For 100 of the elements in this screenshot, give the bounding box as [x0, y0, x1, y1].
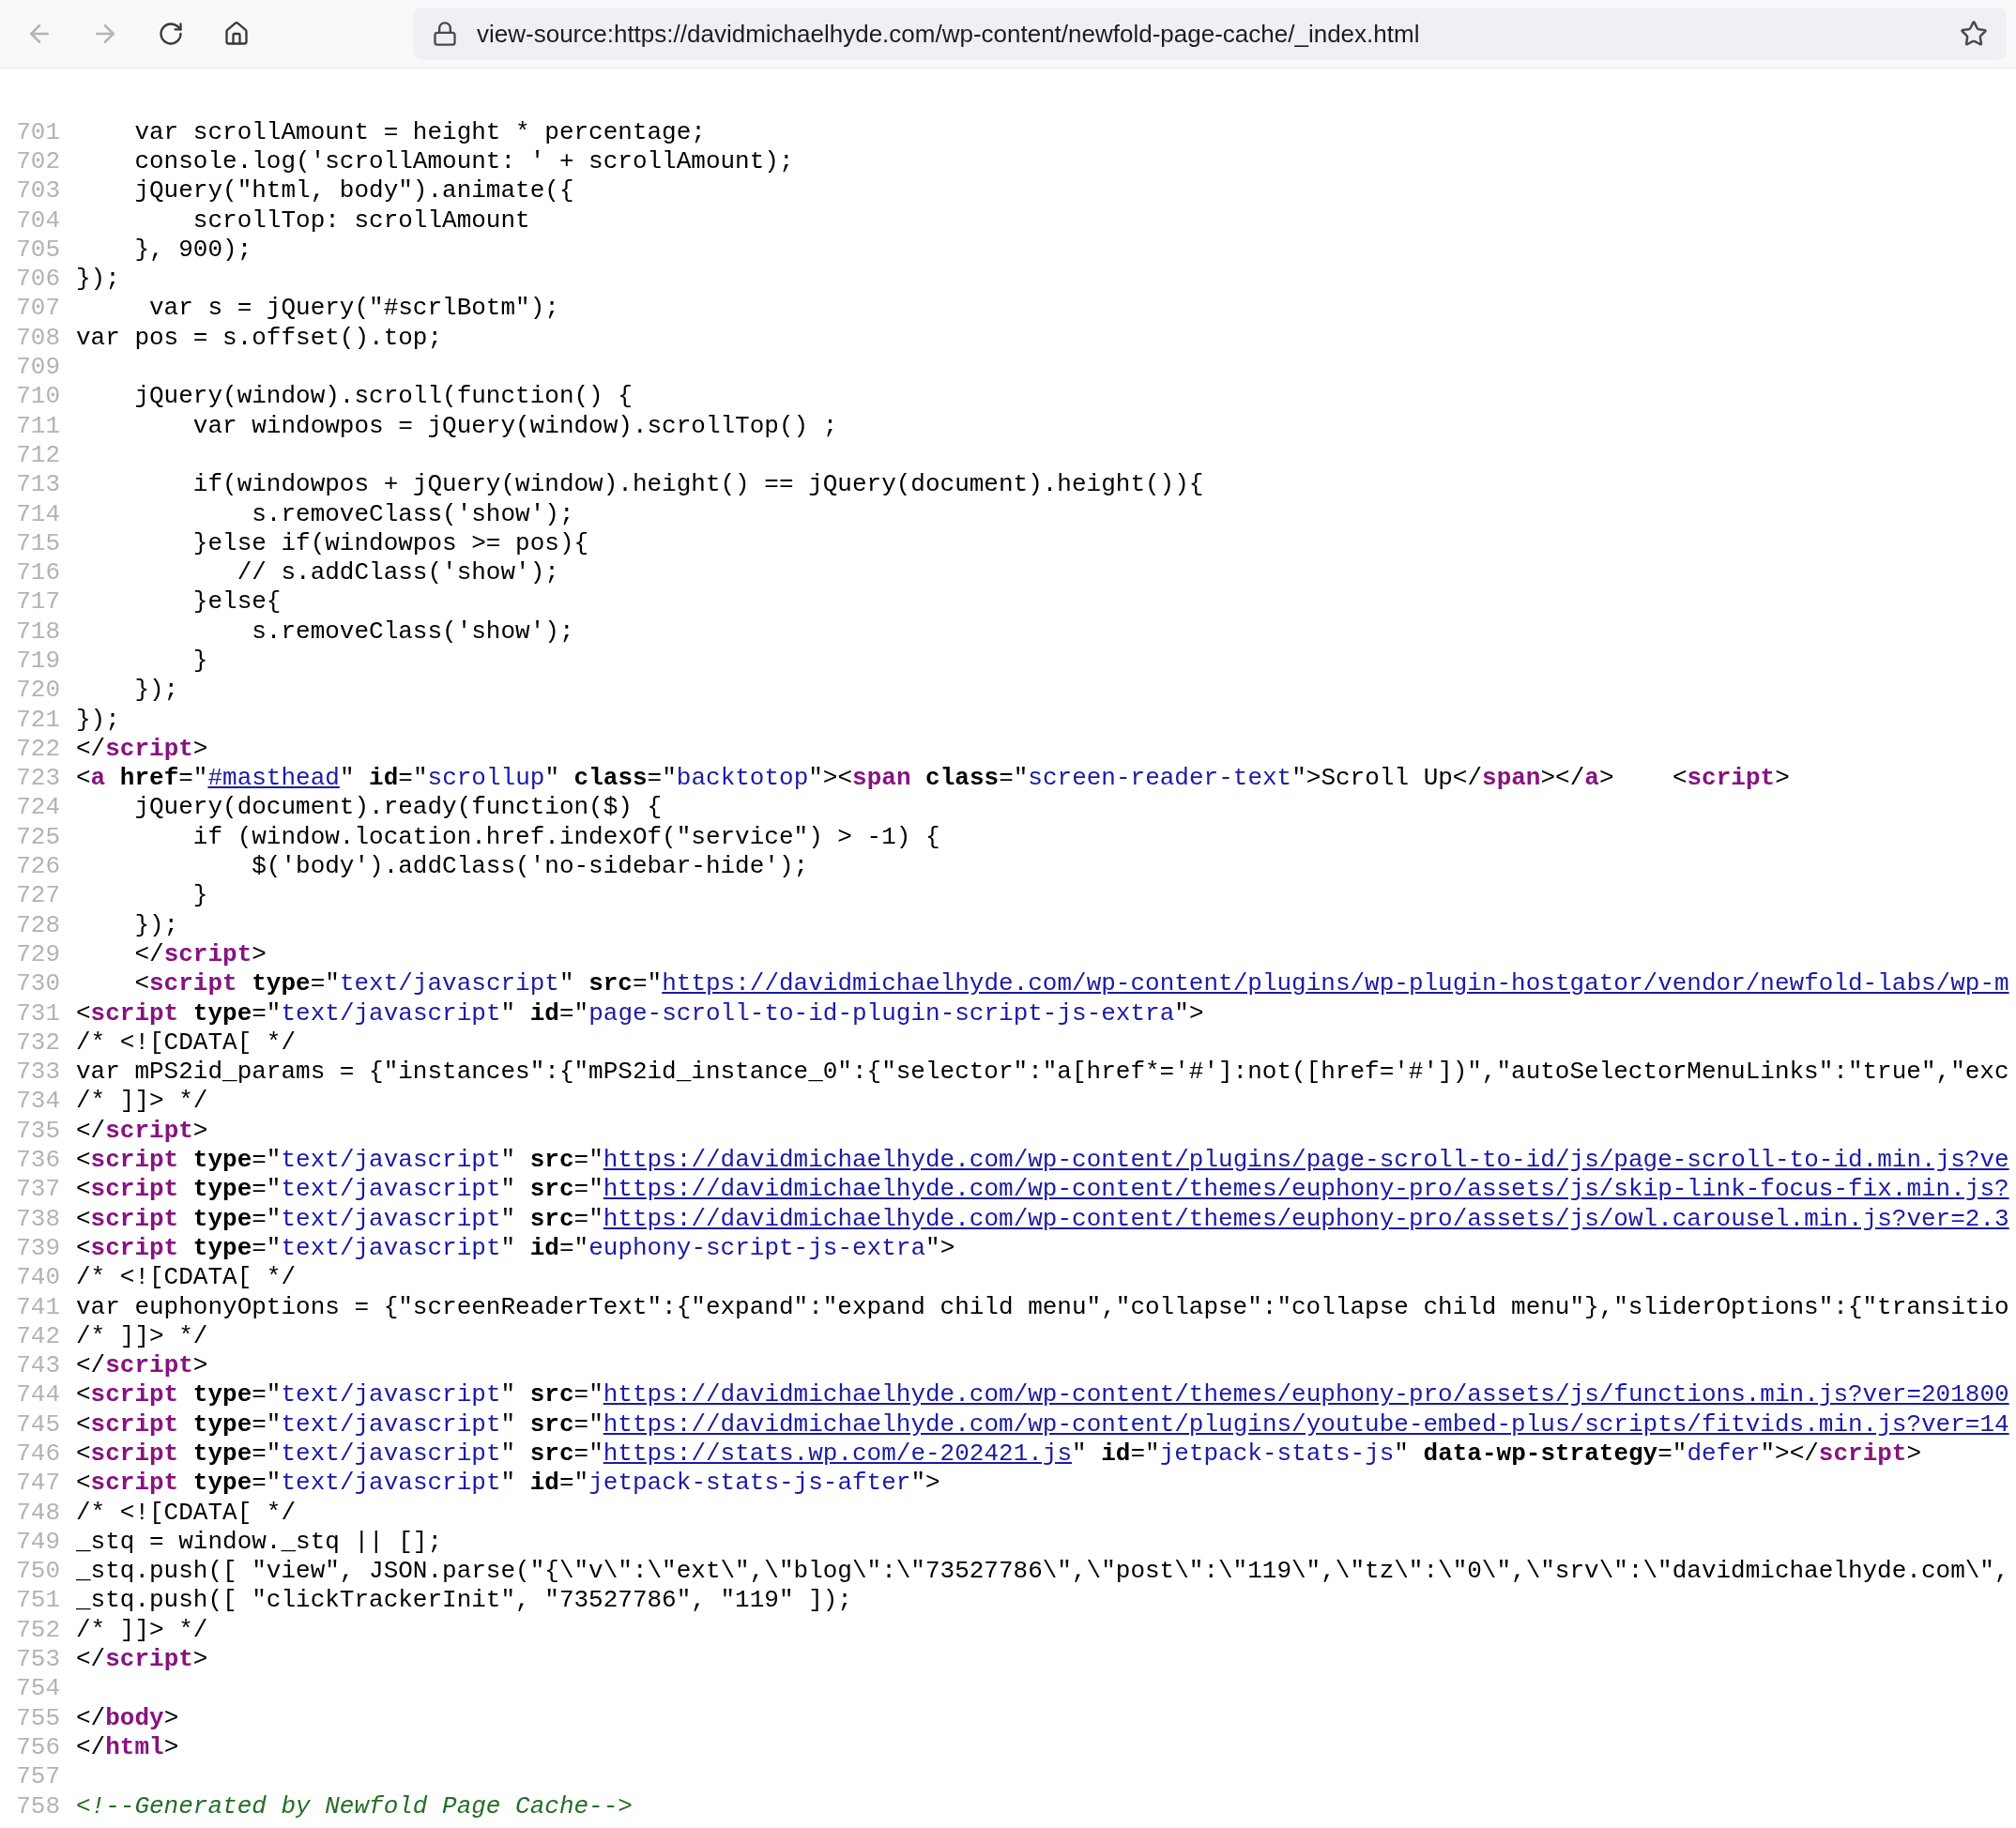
line-number: 712 [15, 440, 60, 469]
line-number: 732 [15, 1028, 60, 1057]
code-line: <script type="text/javascript" src="https://davidmichaelhyde.com/wp-content/themes/euphony-pro/assets/js/functions.min.js?ver=201800 [76, 1380, 2009, 1409]
code-line: } [191, 881, 208, 910]
line-number: 726 [15, 852, 60, 881]
source-link[interactable]: https://davidmichaelhyde.com/wp-content/themes/euphony-pro/assets/js/functions.min.js?ver=201800 [603, 1380, 2009, 1409]
line-number: 725 [15, 822, 60, 851]
line-number: 753 [15, 1645, 60, 1674]
line-number: 734 [15, 1087, 60, 1116]
line-number: 701 [15, 117, 60, 146]
code-line: }); [133, 676, 179, 705]
code-line: <script type="text/javascript" src="https://davidmichaelhyde.com/wp-content/plugins/wp-plugin-hostgator/vendor/newfold-labs/wp-m [133, 969, 2009, 998]
code-line: <a href="#masthead" id="scrollup" class="backtotop"><span class="screen-reader-text">Scroll Up</span></a> <script> [76, 764, 1790, 793]
code-line: /* ]]> */ [76, 1615, 208, 1644]
code-line: <script type="text/javascript" src="https://davidmichaelhyde.com/wp-content/plugins/page-scroll-to-id/js/page-scroll-to-id.min.js?ve [76, 1146, 2009, 1175]
source-link[interactable]: https://davidmichaelhyde.com/wp-content/plugins/wp-plugin-hostgator/vendor/newfold-labs/wp-m [662, 969, 2009, 998]
source-link[interactable]: https://davidmichaelhyde.com/wp-content/plugins/youtube-embed-plus/scripts/fitvids.min.js?ver=14 [603, 1409, 2009, 1439]
code-line: </script> [76, 1645, 208, 1674]
line-number: 736 [15, 1146, 60, 1175]
line-number: 710 [15, 382, 60, 411]
line-number: 718 [15, 617, 60, 646]
line-number: 729 [15, 939, 60, 968]
line-number: 711 [15, 411, 60, 440]
lock-icon [432, 21, 458, 47]
line-number: 754 [15, 1674, 60, 1703]
code-line: }); [76, 705, 120, 734]
code-line: s.removeClass('show'); [251, 617, 574, 646]
line-number: 737 [15, 1175, 60, 1204]
line-number: 739 [15, 1233, 60, 1262]
source-link[interactable]: #masthead [207, 764, 340, 793]
line-number: 713 [15, 470, 60, 499]
code-line: if (window.location.href.indexOf("service") > -1) { [191, 822, 940, 851]
line-number: 716 [15, 558, 60, 587]
address-bar[interactable]: view-source:https://davidmichaelhyde.com/wp-content/newfold-page-cache/_index.html [413, 8, 2007, 60]
code-line: }, 900); [133, 235, 252, 264]
line-number: 714 [15, 499, 60, 528]
line-number: 724 [15, 793, 60, 822]
line-number: 703 [15, 176, 60, 206]
code-line: _stq.push([ "view", JSON.parse("{\"v\":\"ext\",\"blog\":\"73527786\",\"post\":\"119\",\"tz\":\"0\",\"srv\":\"davidmichaelhyde.com\", [76, 1557, 2009, 1586]
code-line: _stq = window._stq || []; [76, 1527, 443, 1556]
line-number: 744 [15, 1380, 60, 1409]
line-number: 756 [15, 1732, 60, 1761]
line-number: 758 [15, 1791, 60, 1820]
line-number: 721 [15, 705, 60, 734]
code-line: /* <![CDATA[ */ [76, 1028, 297, 1057]
line-number: 715 [15, 528, 60, 557]
code-line: }else{ [191, 587, 282, 617]
line-number: 748 [15, 1498, 60, 1527]
line-number: 731 [15, 998, 60, 1028]
line-number: 705 [15, 235, 60, 264]
line-number: 751 [15, 1586, 60, 1615]
line-number: 740 [15, 1263, 60, 1292]
code-line: <script type="text/javascript" id="euphony-script-js-extra"> [76, 1233, 955, 1262]
line-number: 730 [15, 969, 60, 998]
reload-icon [158, 21, 184, 47]
line-number: 709 [15, 353, 60, 381]
code-line: </script> [76, 734, 208, 763]
code-line: <script type="text/javascript" id="jetpack-stats-js-after"> [76, 1469, 940, 1498]
line-number: 723 [15, 764, 60, 793]
code-line: var pos = s.offset().top; [76, 323, 443, 352]
line-number: 749 [15, 1527, 60, 1556]
line-number: 707 [15, 294, 60, 323]
line-number: 719 [15, 647, 60, 675]
line-number: 717 [15, 587, 60, 617]
code-line: console.log('scrollAmount: ' + scrollAmount); [133, 146, 794, 175]
code-comment: <!--Generated by Newfold Page Cache--> [76, 1791, 633, 1820]
line-number: 720 [15, 676, 60, 705]
line-number: 702 [15, 146, 60, 175]
code-line: </script> [133, 939, 267, 968]
source-link[interactable]: https://davidmichaelhyde.com/wp-content/plugins/page-scroll-to-id/js/page-scroll-to-id.min.js?ve [603, 1146, 2009, 1175]
code-line: $('body').addClass('no-sidebar-hide'); [251, 852, 809, 881]
code-line: /* ]]> */ [76, 1087, 208, 1116]
code-line: // s.addClass('show'); [236, 558, 559, 587]
source-link[interactable]: https://davidmichaelhyde.com/wp-content/themes/euphony-pro/assets/js/owl.carousel.min.js?ver=2.3 [603, 1204, 2009, 1233]
line-number: 742 [15, 1321, 60, 1350]
line-number: 741 [15, 1292, 60, 1321]
code-line: <script type="text/javascript" src="https://stats.wp.com/e-202421.js" id="jetpack-stats-js" data-wp-strategy="defer"></script> [76, 1440, 1922, 1468]
code-line: </html> [76, 1732, 179, 1761]
code-line: scrollTop: scrollAmount [191, 206, 530, 235]
code-line: var scrollAmount = height * percentage; [133, 117, 706, 146]
code-line: </body> [76, 1703, 179, 1732]
code-line: } [191, 647, 208, 675]
line-number: 722 [15, 734, 60, 763]
bookmark-star-icon[interactable] [1960, 20, 1988, 48]
source-link[interactable]: https://stats.wp.com/e-202421.js [603, 1440, 1073, 1468]
url-text: view-source:https://davidmichaelhyde.com/wp-content/newfold-page-cache/_index.html [477, 19, 1421, 49]
code-line: if(windowpos + jQuery(window).height() == jQuery(document).height()){ [191, 470, 1204, 499]
code-line: <script type="text/javascript" src="https://davidmichaelhyde.com/wp-content/themes/euphony-pro/assets/js/skip-link-focus-fix.min.js? [76, 1175, 2009, 1204]
code-line: jQuery("html, body").animate({ [133, 176, 574, 206]
line-number: 728 [15, 910, 60, 939]
line-number: 752 [15, 1615, 60, 1644]
code-line: </script> [76, 1351, 208, 1380]
code-line: var mPS2id_params = {"instances":{"mPS2id_instance_0":{"selector":"a[href*='#']:not([href='#'])","autoSelectorMenuLinks":"true","exc [76, 1058, 2009, 1087]
code-line: /* <![CDATA[ */ [76, 1263, 297, 1292]
code-line: var euphonyOptions = {"screenReaderText":{"expand":"expand child menu","collapse":"collapse child menu"},"sliderOptions":{"transitio [76, 1292, 2009, 1321]
source-link[interactable]: https://davidmichaelhyde.com/wp-content/themes/euphony-pro/assets/js/skip-link-focus-fix.min.js? [603, 1175, 2009, 1204]
line-number: 757 [15, 1762, 60, 1791]
line-number: 755 [15, 1703, 60, 1732]
code-line: <script type="text/javascript" src="https://davidmichaelhyde.com/wp-content/plugins/youtube-embed-plus/scripts/fitvids.min.js?ver=14 [76, 1409, 2009, 1439]
code-line: _stq.push([ "clickTrackerInit", "73527786", "119" ]); [76, 1586, 852, 1615]
